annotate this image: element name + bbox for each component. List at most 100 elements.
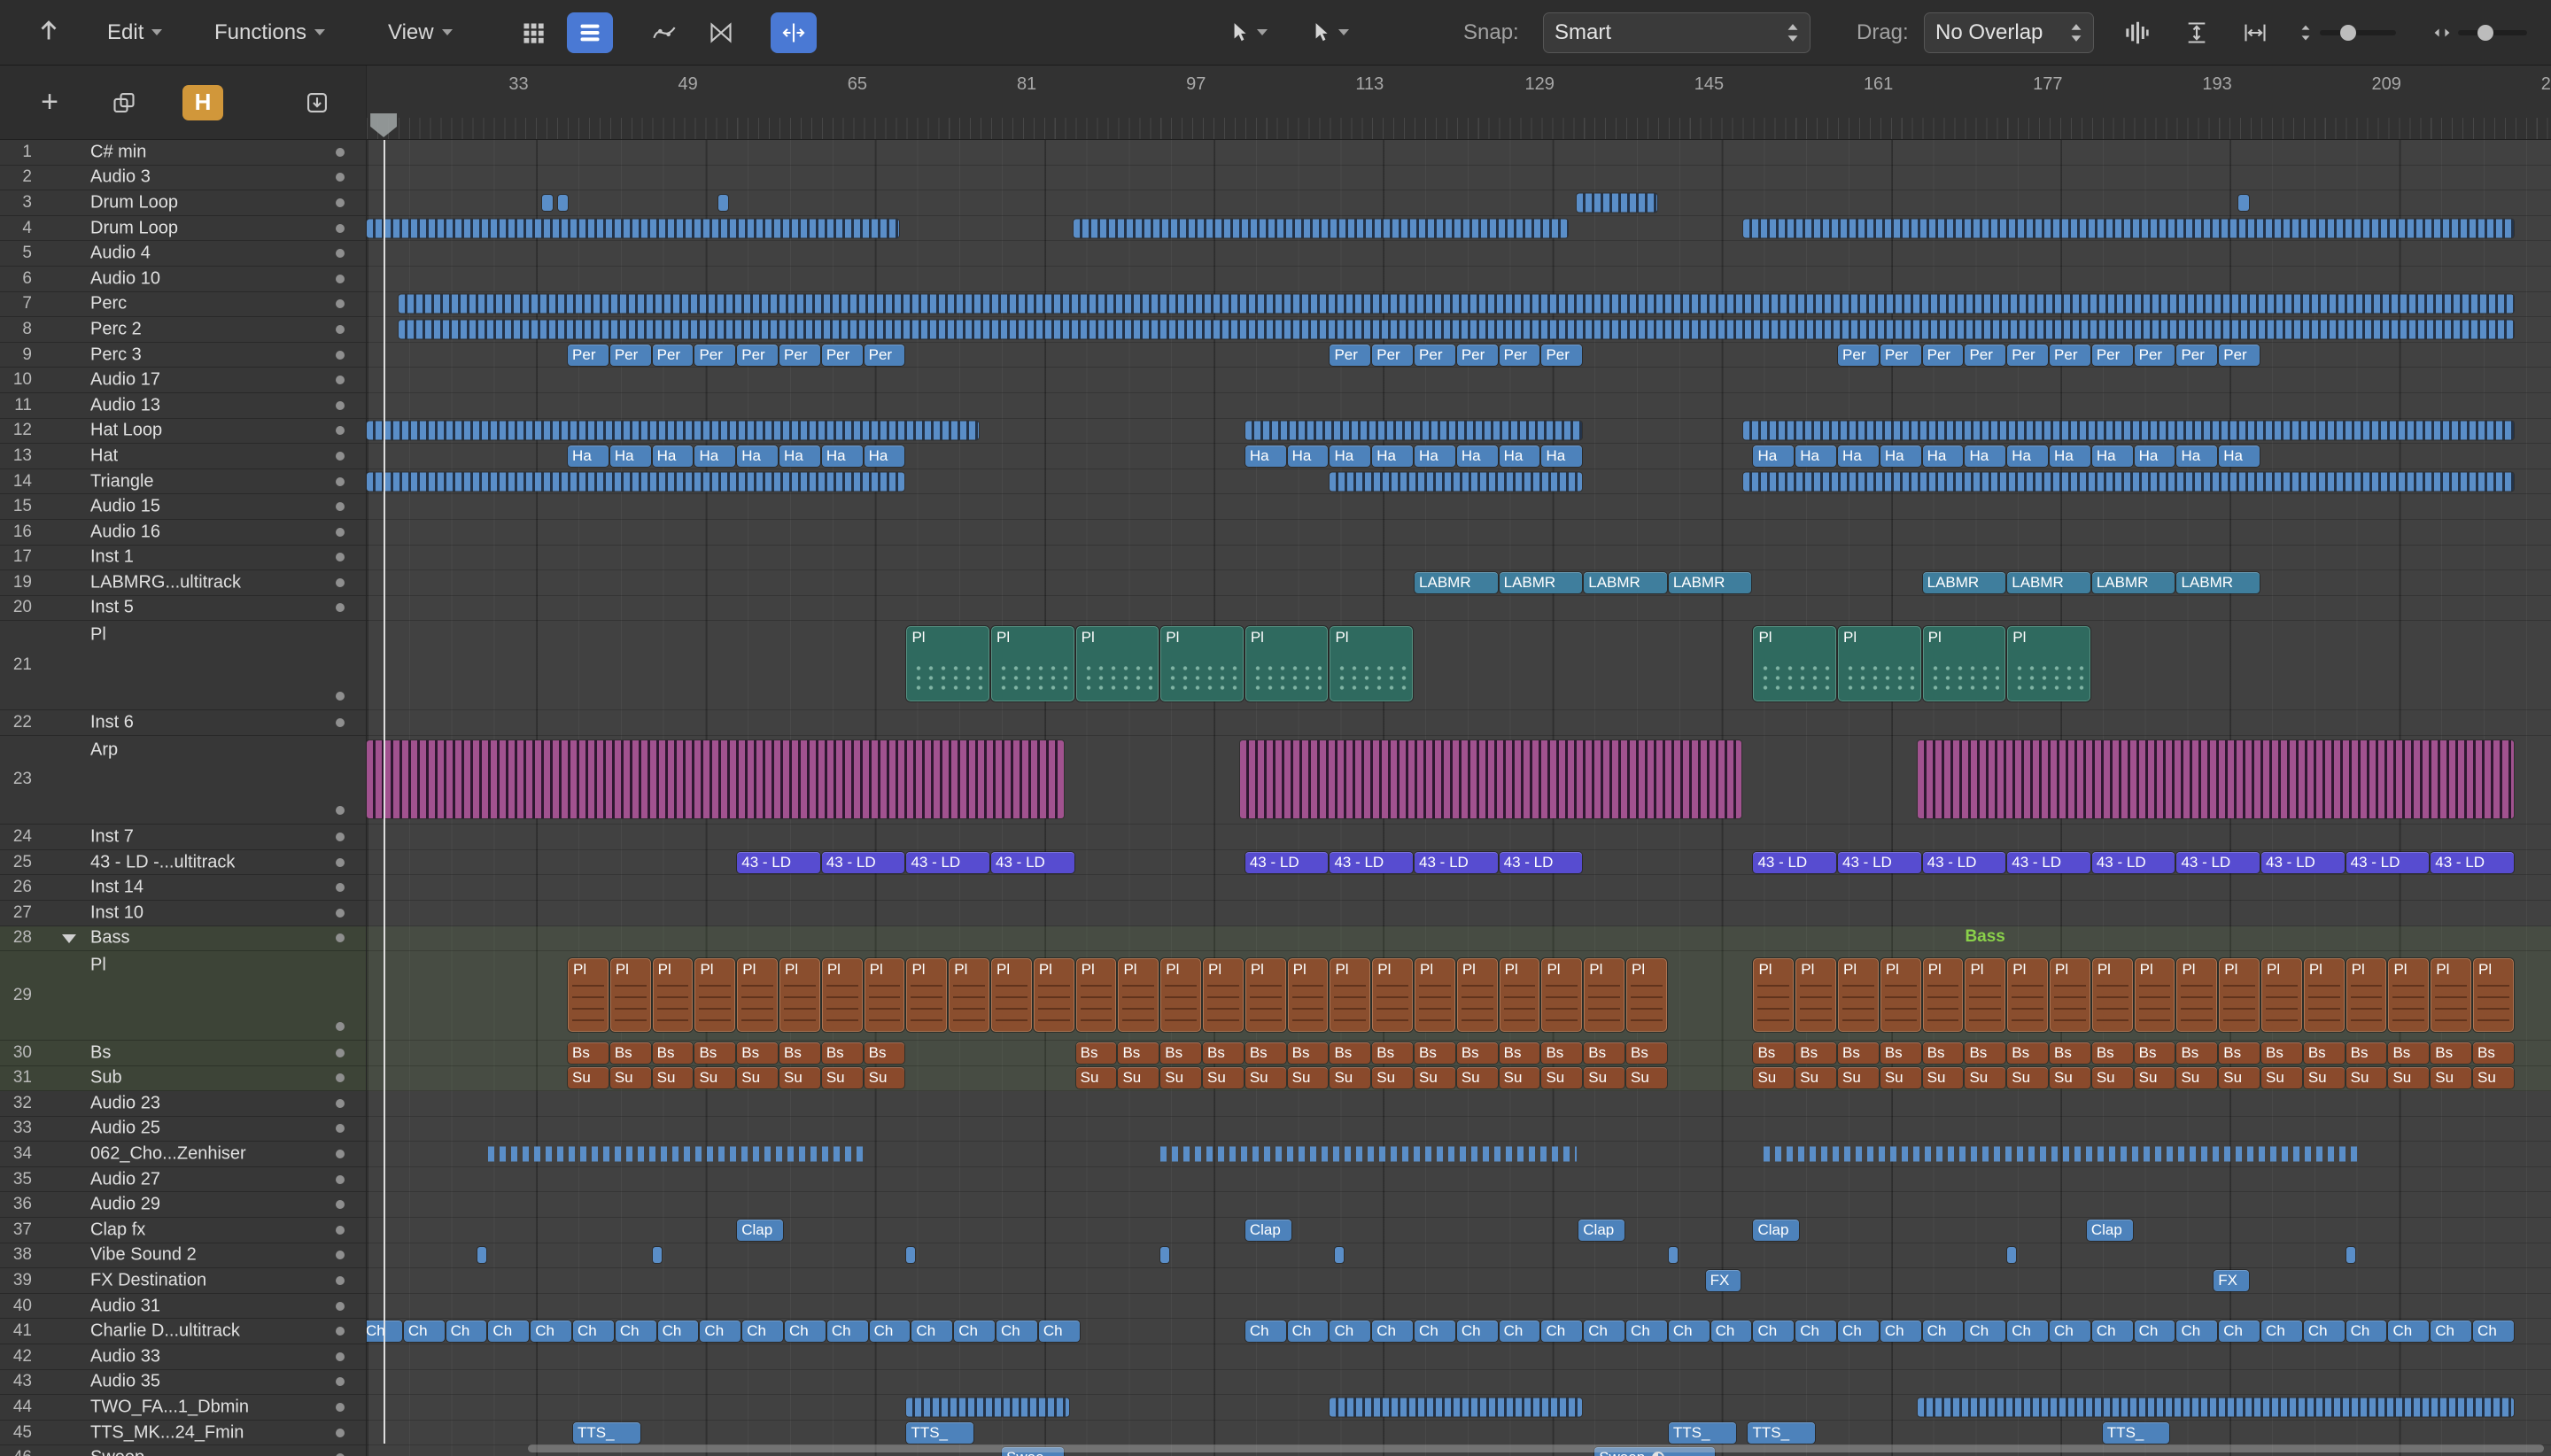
region-clip[interactable]: Su [2473,1067,2514,1089]
region-clip[interactable]: 43 - LD [991,851,1074,873]
region-clip[interactable]: 43 - LD [1499,851,1583,873]
region-clip[interactable]: Ha [864,445,905,467]
region-clip[interactable]: Per [609,344,651,366]
track-header[interactable]: 33 Audio 25 [0,1116,366,1142]
track-lane[interactable]: FX FX [367,1268,2551,1294]
region-clip[interactable]: Ha [652,445,694,467]
region-clip[interactable]: Su [1965,1067,2006,1089]
region-clip[interactable]: Clap [2086,1219,2133,1241]
region-clip[interactable]: Bs [1075,1042,1117,1064]
region-clip[interactable]: Ha [1922,445,1964,467]
region-clip[interactable]: Ha [2007,445,2049,467]
automation-curve-button[interactable] [641,12,687,53]
track-header[interactable]: 42 Audio 33 [0,1344,366,1370]
region-clip[interactable]: Per [2050,344,2090,366]
region-clip[interactable]: Ch [742,1320,784,1343]
slider-thumb[interactable] [2477,24,2494,41]
region-clip[interactable]: Per [1922,344,1964,366]
track-header[interactable]: 21 Pl [0,621,366,710]
region-clip[interactable]: Per [1499,344,1540,366]
region-clip[interactable]: Ha [1753,445,1795,467]
region-clip[interactable]: Ha [1838,445,1879,467]
region-clip[interactable]: FX [2214,1270,2250,1292]
region-clip[interactable]: LABMR [1415,571,1498,593]
record-enable-dot[interactable] [336,350,345,360]
region-clip[interactable]: Bs [2134,1042,2175,1064]
record-enable-dot[interactable] [336,833,345,842]
region-clip[interactable]: Pl [1499,958,1540,1032]
region-clip[interactable]: Ha [1795,445,1837,467]
track-lane[interactable] [367,190,2551,216]
region-clip[interactable]: Pl [2091,958,2133,1032]
region-clip[interactable]: Bs [2007,1042,2049,1064]
region-clip[interactable]: Ch [1415,1320,1455,1343]
region-clip[interactable] [1668,1247,1678,1264]
region-clip[interactable]: Bs [864,1042,905,1064]
region-clip[interactable]: Pl [568,958,609,1032]
track-header[interactable]: 45 TTS_MK...24_Fmin [0,1420,366,1446]
region-clip[interactable]: Pl [2176,958,2218,1032]
region-clip[interactable]: Ch [2050,1320,2090,1343]
region-clip[interactable]: Bs [1330,1042,1371,1064]
waveform-zoom-button[interactable] [2113,12,2159,53]
track-lane[interactable] [367,1117,2551,1142]
record-enable-dot[interactable] [336,717,345,727]
track-header[interactable]: 38 Vibe Sound 2 [0,1243,366,1269]
track-lane[interactable] [367,596,2551,622]
region-clip[interactable]: Pl [991,958,1032,1032]
region-clip[interactable]: Su [2176,1067,2218,1089]
track-lane[interactable]: Clap Clap Clap Clap Clap [367,1218,2551,1243]
region-clip[interactable] [906,1398,1069,1417]
command-click-tool-selector[interactable] [1309,21,1349,44]
disclosure-triangle-icon[interactable] [62,934,76,944]
region-clip[interactable] [1330,1398,1583,1417]
region-clip[interactable]: Pl [1330,958,1371,1032]
region-clip[interactable]: Bs [1287,1042,1329,1064]
track-header[interactable]: 6 Audio 10 [0,266,366,292]
region-clip[interactable]: Pl [1372,958,1414,1032]
track-lane[interactable] [367,267,2551,292]
arrange-area[interactable]: Per Per Per Per Per Per Per Per Per Per Per Per Per P… [367,140,2551,1456]
region-clip[interactable]: Su [1922,1067,1964,1089]
region-clip[interactable]: Su [1795,1067,1837,1089]
region-clip[interactable]: Ch [1668,1320,1710,1343]
record-enable-dot[interactable] [336,426,345,436]
region-clip[interactable]: Ch [1287,1320,1329,1343]
region-clip[interactable]: Per [652,344,694,366]
record-enable-dot[interactable] [336,502,345,512]
track-header[interactable]: 40 Audio 31 [0,1293,366,1320]
region-clip[interactable]: Bs [1415,1042,1455,1064]
region-clip[interactable]: Bs [2050,1042,2090,1064]
region-clip[interactable]: Per [1965,344,2006,366]
region-clip[interactable]: Pl [2431,958,2472,1032]
region-clip[interactable] [398,320,2514,339]
vertical-zoom-slider[interactable] [2299,24,2396,41]
track-header[interactable]: 44 TWO_FA...1_Dbmin [0,1395,366,1421]
region-clip[interactable]: Su [2261,1067,2302,1089]
region-clip[interactable]: Per [694,344,736,366]
region-clip[interactable]: Pl [1075,626,1159,701]
region-clip[interactable]: Ch [1456,1320,1498,1343]
track-lane[interactable] [367,241,2551,267]
track-lane[interactable]: Ha Ha Ha Ha Ha Ha Ha Ha Ha Ha Ha Ha Ha Ha Ha Ha Ha Ha Ha Ha… [367,444,2551,469]
region-clip[interactable]: Su [2134,1067,2175,1089]
region-clip[interactable]: Ch [446,1320,487,1343]
region-clip[interactable] [398,294,2514,314]
region-clip[interactable]: Pl [1160,626,1244,701]
track-lane[interactable]: Su Su Su Su Su Su Su Su Su Su Su Su Su Su Su Su Su Su Su Su… [367,1065,2551,1092]
region-clip[interactable] [1742,421,2514,440]
region-clip[interactable]: Pl [652,958,694,1032]
region-clip[interactable]: Pl [1922,958,1964,1032]
region-clip[interactable]: LABMR [2176,571,2260,593]
region-clip[interactable]: Pl [1456,958,1498,1032]
region-clip[interactable] [1917,740,2514,819]
region-clip[interactable]: Pl [2134,958,2175,1032]
record-enable-dot[interactable] [336,1351,345,1361]
region-clip[interactable]: Ch [1626,1320,1667,1343]
region-clip[interactable]: Clap [737,1219,784,1241]
region-clip[interactable]: 43 - LD [1244,851,1329,873]
track-header[interactable]: 19 LABMRG...ultitrack [0,570,366,596]
region-clip[interactable]: Pl [1922,626,2006,701]
region-clip[interactable]: Ha [1965,445,2006,467]
track-header[interactable]: 46 Sweep [0,1445,366,1456]
